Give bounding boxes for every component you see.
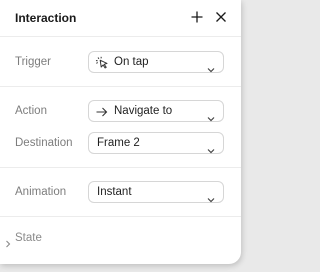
divider (0, 167, 241, 168)
interaction-panel: Interaction Trigger On tap Action Naviga… (0, 0, 241, 264)
chevron-down-icon (207, 190, 215, 203)
chevron-down-icon (207, 141, 215, 154)
arrow-right-icon (95, 105, 109, 119)
destination-value: Frame 2 (97, 137, 140, 149)
chevron-right-icon (5, 235, 11, 248)
plus-icon[interactable] (189, 9, 205, 25)
state-section-toggle[interactable]: State (0, 229, 120, 249)
divider (0, 86, 241, 87)
panel-title: Interaction (15, 11, 77, 25)
action-select[interactable]: Navigate to (88, 100, 224, 122)
animation-select[interactable]: Instant (88, 181, 224, 203)
divider (0, 36, 241, 37)
close-icon[interactable] (213, 9, 229, 25)
action-value: Navigate to (114, 105, 173, 117)
chevron-down-icon (207, 60, 215, 73)
panel-header: Interaction (0, 0, 241, 36)
animation-label: Animation (15, 186, 67, 198)
animation-value: Instant (97, 186, 132, 198)
tap-icon (95, 56, 109, 70)
divider (0, 216, 241, 217)
trigger-value: On tap (114, 56, 149, 68)
chevron-down-icon (207, 109, 215, 122)
destination-label: Destination (15, 137, 73, 149)
action-label: Action (15, 105, 47, 117)
trigger-select[interactable]: On tap (88, 51, 224, 73)
state-label: State (15, 232, 42, 244)
destination-select[interactable]: Frame 2 (88, 132, 224, 154)
trigger-label: Trigger (15, 56, 51, 68)
